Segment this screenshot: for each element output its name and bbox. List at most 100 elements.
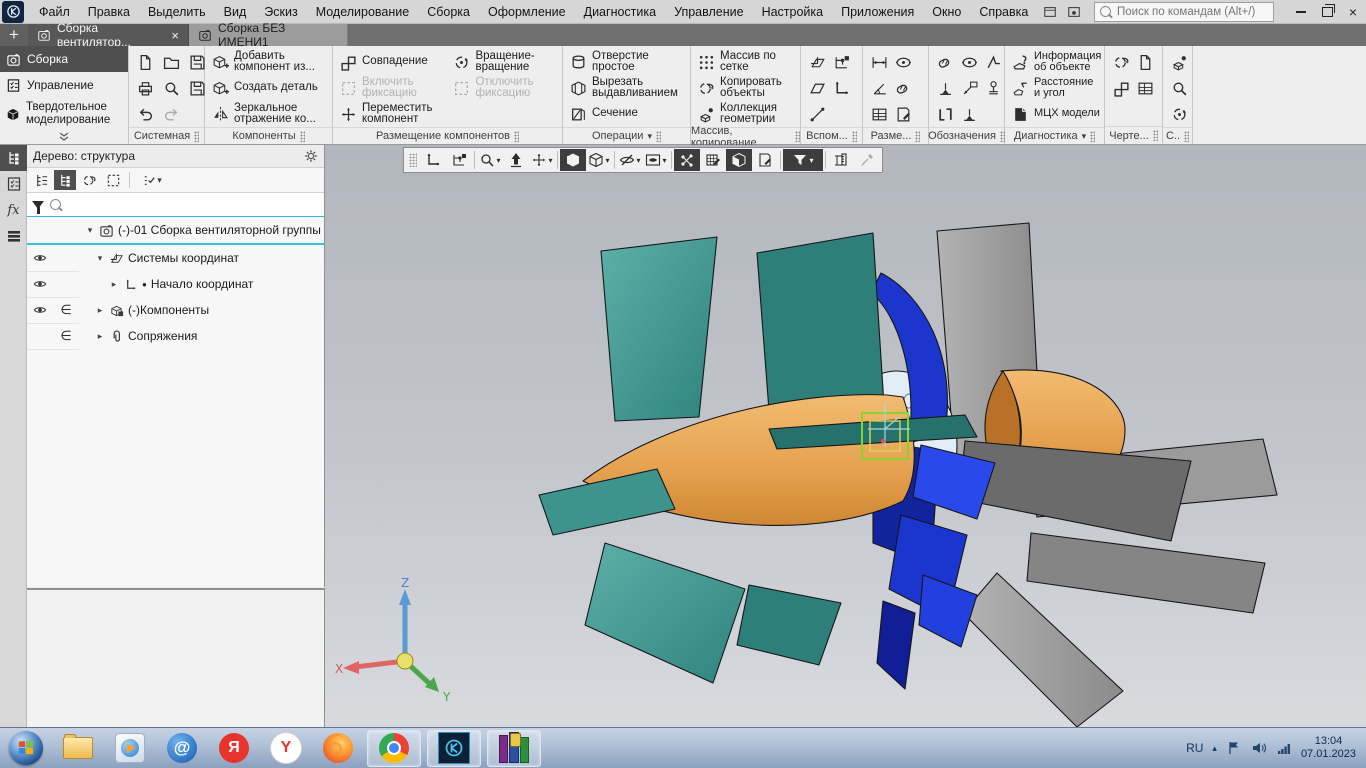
mode-solid-modeling[interactable]: Твердотельное моделирование xyxy=(0,98,128,130)
distance-angle-button[interactable]: Расстояние и угол xyxy=(1009,75,1104,101)
tree-selection-button[interactable] xyxy=(102,170,124,190)
minimize-button[interactable] xyxy=(1288,1,1314,23)
group-label-placement[interactable]: Размещение компонентов xyxy=(333,127,562,144)
group-label-drawing[interactable]: Черте... xyxy=(1105,126,1162,144)
eye-icon[interactable] xyxy=(33,251,47,265)
tree-composition-button[interactable] xyxy=(78,170,100,190)
drawing-views-button[interactable] xyxy=(1109,49,1133,75)
winrar-taskbar-button[interactable] xyxy=(487,730,541,767)
mailru-agent-taskbar-icon[interactable]: @ xyxy=(165,731,199,765)
new-document-button[interactable] xyxy=(133,49,157,75)
section-button[interactable]: Сечение xyxy=(567,101,686,127)
kompas-taskbar-button[interactable] xyxy=(427,730,481,767)
thread-notation-button[interactable] xyxy=(933,49,957,75)
group-label-auxiliary[interactable]: Вспом... xyxy=(801,127,862,144)
menu-diagnostics[interactable]: Диагностика xyxy=(575,0,665,24)
tree-view-structure-button[interactable] xyxy=(54,170,76,190)
yandex-browser-taskbar-icon[interactable]: Y xyxy=(269,731,303,765)
variables-panel-button[interactable]: fx xyxy=(0,197,27,223)
spec-sync-button[interactable] xyxy=(1167,101,1191,127)
stator-blade-bottom[interactable] xyxy=(963,573,1123,727)
gear-icon[interactable] xyxy=(304,149,318,163)
dimension-table-button[interactable] xyxy=(867,101,891,127)
tree-row-components[interactable]: ∈ ▸ (-)Компоненты xyxy=(27,297,324,323)
geometry-collection-button[interactable]: Коллекция геометрии xyxy=(695,101,796,127)
firefox-taskbar-icon[interactable] xyxy=(321,731,355,765)
add-component-button[interactable]: Добавить компонент из... xyxy=(209,49,328,75)
grid-pattern-button[interactable]: Массив по сетке xyxy=(695,49,796,75)
membership-icon[interactable]: ∈ xyxy=(60,328,71,344)
mcx-model-button[interactable]: МЦХ модели xyxy=(1009,101,1104,127)
linear-dimension-button[interactable] xyxy=(867,49,891,75)
restore-button[interactable] xyxy=(1314,1,1340,23)
tree-row-root[interactable]: ▾ (-)-01 Сборка вентиляторной группы xyxy=(27,217,324,245)
eye-icon[interactable] xyxy=(33,277,47,291)
tree-panel-button[interactable] xyxy=(0,145,27,171)
expand-icon[interactable]: ▾ xyxy=(95,253,105,264)
close-button[interactable]: × xyxy=(1340,1,1366,23)
membership-icon[interactable]: ∈ xyxy=(60,302,71,318)
window-layout-icon[interactable] xyxy=(1042,5,1058,19)
menu-edit[interactable]: Правка xyxy=(79,0,139,24)
enable-fixation-button[interactable]: Включить фиксацию xyxy=(337,75,448,101)
menu-modeling[interactable]: Моделирование xyxy=(307,0,419,24)
menu-select[interactable]: Выделить xyxy=(139,0,215,24)
collapse-sidebar-button[interactable] xyxy=(0,131,128,144)
menu-view[interactable]: Вид xyxy=(215,0,256,24)
group-label-spec[interactable]: С.. xyxy=(1163,127,1192,144)
mode-assembly[interactable]: Сборка xyxy=(0,46,128,72)
drawing-sheet-button[interactable] xyxy=(1133,49,1157,75)
spec-add-button[interactable] xyxy=(1167,49,1191,75)
radial-dimension-button[interactable] xyxy=(891,49,915,75)
blue-blade-bottom-spike[interactable] xyxy=(877,601,915,689)
menu-applications[interactable]: Приложения xyxy=(832,0,923,24)
model-viewport[interactable]: ▾ ▾ ▾ ▾ ▾ ▾ xyxy=(325,145,1366,727)
app-logo-icon[interactable] xyxy=(2,1,24,23)
sets-panel-button[interactable] xyxy=(0,223,27,249)
preview-button[interactable] xyxy=(159,75,183,101)
tree-search-input[interactable] xyxy=(67,198,319,212)
copy-objects-button[interactable]: Копировать объекты xyxy=(695,75,796,101)
tree-view-ordered-button[interactable] xyxy=(30,170,52,190)
show-hidden-icons-button[interactable]: ▴ xyxy=(1212,743,1217,754)
aux-plane-button[interactable] xyxy=(805,49,829,75)
tree-row-coordinate-systems[interactable]: ▾ Системы координат xyxy=(27,245,324,271)
tab-assembly-fan[interactable]: Сборка вентилятор... × xyxy=(28,24,189,46)
menu-management[interactable]: Управление xyxy=(665,0,753,24)
mode-management[interactable]: Управление xyxy=(0,72,128,98)
simple-hole-button[interactable]: Отверстие простое xyxy=(567,49,686,75)
disable-fixation-button[interactable]: Отключить фиксацию xyxy=(450,75,558,101)
menu-settings[interactable]: Настройка xyxy=(753,0,833,24)
roughness-button[interactable] xyxy=(981,49,1005,75)
group-label-components[interactable]: Компоненты xyxy=(205,127,332,144)
yandex-taskbar-icon[interactable]: Я xyxy=(217,731,251,765)
new-tab-button[interactable]: + xyxy=(0,24,28,46)
filter-icon[interactable] xyxy=(32,201,44,209)
expand-icon[interactable]: ▾ xyxy=(85,225,95,236)
aux-axis-button[interactable] xyxy=(805,101,829,127)
drawing-view-new-button[interactable] xyxy=(1109,75,1133,101)
menu-help[interactable]: Справка xyxy=(970,0,1037,24)
aux-offset-plane-button[interactable] xyxy=(805,75,829,101)
menu-window[interactable]: Окно xyxy=(923,0,970,24)
datum-button[interactable] xyxy=(933,75,957,101)
tree-row-mates[interactable]: ∈ ▸ Сопряжения xyxy=(27,323,324,349)
rotation-rotation-button[interactable]: Вращение-вращение xyxy=(450,49,558,75)
create-part-button[interactable]: Создать деталь xyxy=(209,75,328,101)
collapse-icon[interactable]: ▸ xyxy=(109,279,119,290)
aux-point-button[interactable] xyxy=(829,49,853,75)
command-search[interactable] xyxy=(1094,2,1274,22)
media-player-taskbar-icon[interactable] xyxy=(113,731,147,765)
blue-blade-tail[interactable] xyxy=(919,575,977,647)
print-button[interactable] xyxy=(133,75,157,101)
cut-extrude-button[interactable]: Вырезать выдавливанием xyxy=(567,75,686,101)
spec-edit-button[interactable] xyxy=(1167,75,1191,101)
marker-button[interactable] xyxy=(981,75,1005,101)
dimension-button[interactable] xyxy=(891,75,915,101)
teal-blade-bottom-left[interactable] xyxy=(585,543,745,683)
tree-row-origin[interactable]: ▸ ● Начало координат xyxy=(27,271,324,297)
eye-icon[interactable] xyxy=(33,303,47,317)
tab-assembly-noname[interactable]: Сборка БЕЗ ИМЕНИ1 xyxy=(189,24,348,46)
menu-assembly[interactable]: Сборка xyxy=(418,0,479,24)
collapse-icon[interactable]: ▸ xyxy=(95,305,105,316)
